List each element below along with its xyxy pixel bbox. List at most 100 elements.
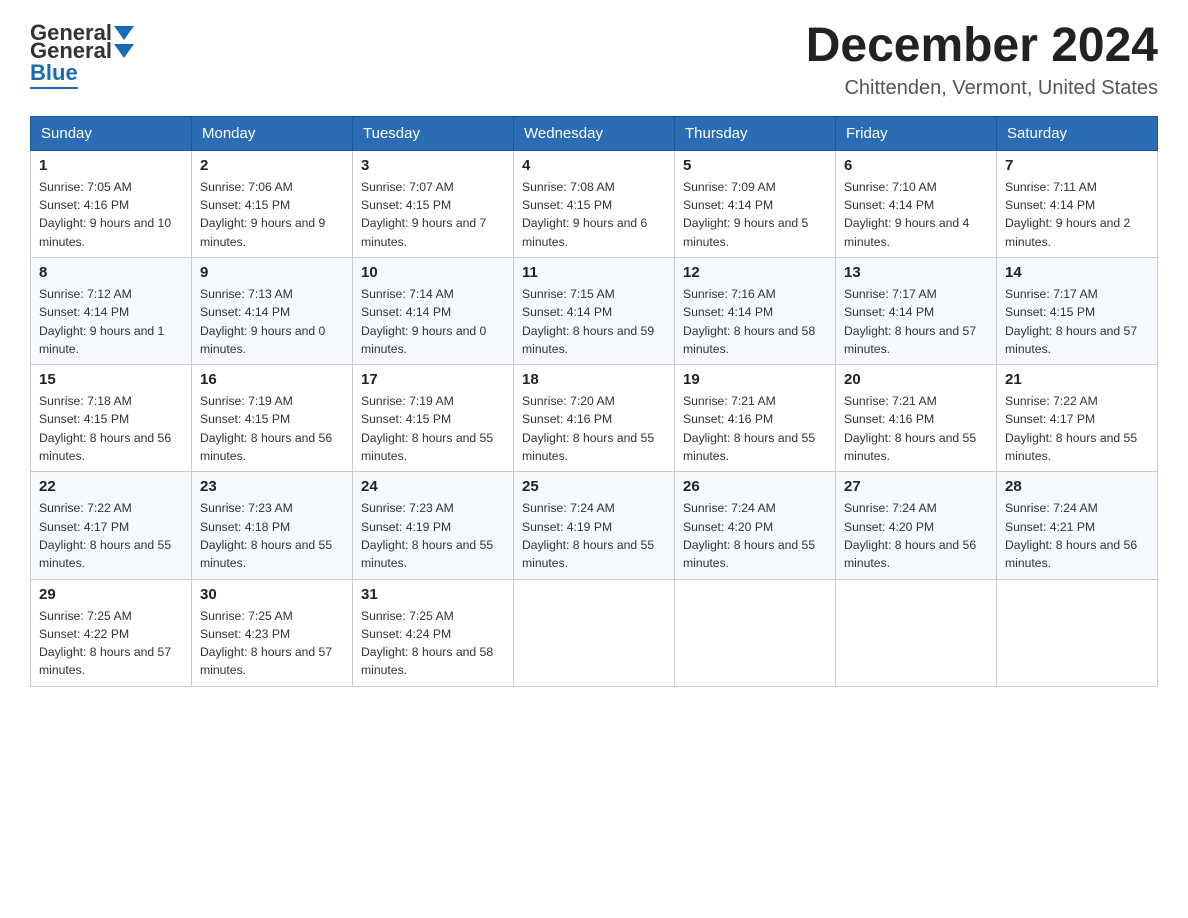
calendar-day-cell: 5 Sunrise: 7:09 AM Sunset: 4:14 PM Dayli… xyxy=(675,150,836,257)
calendar-day-cell: 19 Sunrise: 7:21 AM Sunset: 4:16 PM Dayl… xyxy=(675,365,836,472)
day-number: 21 xyxy=(1005,371,1149,388)
day-info: Sunrise: 7:24 AM Sunset: 4:20 PM Dayligh… xyxy=(844,499,988,572)
day-number: 10 xyxy=(361,264,505,281)
header-saturday: Saturday xyxy=(997,116,1158,150)
day-info: Sunrise: 7:13 AM Sunset: 4:14 PM Dayligh… xyxy=(200,285,344,358)
day-number: 19 xyxy=(683,371,827,388)
day-number: 27 xyxy=(844,478,988,495)
day-number: 26 xyxy=(683,478,827,495)
day-info: Sunrise: 7:18 AM Sunset: 4:15 PM Dayligh… xyxy=(39,392,183,465)
calendar-day-cell xyxy=(514,579,675,686)
calendar-day-cell xyxy=(836,579,997,686)
weekday-header-row: Sunday Monday Tuesday Wednesday Thursday… xyxy=(31,116,1158,150)
day-number: 3 xyxy=(361,157,505,174)
day-number: 6 xyxy=(844,157,988,174)
calendar-day-cell: 21 Sunrise: 7:22 AM Sunset: 4:17 PM Dayl… xyxy=(997,365,1158,472)
header-thursday: Thursday xyxy=(675,116,836,150)
day-number: 15 xyxy=(39,371,183,388)
day-info: Sunrise: 7:17 AM Sunset: 4:14 PM Dayligh… xyxy=(844,285,988,358)
day-info: Sunrise: 7:12 AM Sunset: 4:14 PM Dayligh… xyxy=(39,285,183,358)
header-tuesday: Tuesday xyxy=(353,116,514,150)
day-info: Sunrise: 7:06 AM Sunset: 4:15 PM Dayligh… xyxy=(200,178,344,251)
calendar-week-row: 29 Sunrise: 7:25 AM Sunset: 4:22 PM Dayl… xyxy=(31,579,1158,686)
day-number: 1 xyxy=(39,157,183,174)
day-info: Sunrise: 7:19 AM Sunset: 4:15 PM Dayligh… xyxy=(361,392,505,465)
day-info: Sunrise: 7:24 AM Sunset: 4:20 PM Dayligh… xyxy=(683,499,827,572)
day-info: Sunrise: 7:22 AM Sunset: 4:17 PM Dayligh… xyxy=(1005,392,1149,465)
day-number: 9 xyxy=(200,264,344,281)
day-info: Sunrise: 7:16 AM Sunset: 4:14 PM Dayligh… xyxy=(683,285,827,358)
calendar-day-cell: 30 Sunrise: 7:25 AM Sunset: 4:23 PM Dayl… xyxy=(192,579,353,686)
calendar-table: Sunday Monday Tuesday Wednesday Thursday… xyxy=(30,116,1158,687)
logo: General General Blue xyxy=(30,20,136,89)
calendar-week-row: 8 Sunrise: 7:12 AM Sunset: 4:14 PM Dayli… xyxy=(31,257,1158,364)
calendar-day-cell: 9 Sunrise: 7:13 AM Sunset: 4:14 PM Dayli… xyxy=(192,257,353,364)
day-number: 25 xyxy=(522,478,666,495)
calendar-day-cell: 17 Sunrise: 7:19 AM Sunset: 4:15 PM Dayl… xyxy=(353,365,514,472)
calendar-week-row: 15 Sunrise: 7:18 AM Sunset: 4:15 PM Dayl… xyxy=(31,365,1158,472)
day-number: 11 xyxy=(522,264,666,281)
day-number: 18 xyxy=(522,371,666,388)
day-info: Sunrise: 7:25 AM Sunset: 4:22 PM Dayligh… xyxy=(39,607,183,680)
calendar-day-cell: 11 Sunrise: 7:15 AM Sunset: 4:14 PM Dayl… xyxy=(514,257,675,364)
day-number: 16 xyxy=(200,371,344,388)
logo-blue-text: Blue xyxy=(30,60,78,89)
calendar-day-cell xyxy=(997,579,1158,686)
title-area: December 2024 Chittenden, Vermont, Unite… xyxy=(806,20,1158,100)
calendar-day-cell: 4 Sunrise: 7:08 AM Sunset: 4:15 PM Dayli… xyxy=(514,150,675,257)
calendar-day-cell: 7 Sunrise: 7:11 AM Sunset: 4:14 PM Dayli… xyxy=(997,150,1158,257)
day-number: 31 xyxy=(361,586,505,603)
header-wednesday: Wednesday xyxy=(514,116,675,150)
calendar-day-cell: 18 Sunrise: 7:20 AM Sunset: 4:16 PM Dayl… xyxy=(514,365,675,472)
day-info: Sunrise: 7:21 AM Sunset: 4:16 PM Dayligh… xyxy=(844,392,988,465)
day-info: Sunrise: 7:24 AM Sunset: 4:19 PM Dayligh… xyxy=(522,499,666,572)
day-info: Sunrise: 7:22 AM Sunset: 4:17 PM Dayligh… xyxy=(39,499,183,572)
day-number: 23 xyxy=(200,478,344,495)
day-info: Sunrise: 7:21 AM Sunset: 4:16 PM Dayligh… xyxy=(683,392,827,465)
day-number: 29 xyxy=(39,586,183,603)
calendar-day-cell: 13 Sunrise: 7:17 AM Sunset: 4:14 PM Dayl… xyxy=(836,257,997,364)
header-sunday: Sunday xyxy=(31,116,192,150)
calendar-day-cell: 3 Sunrise: 7:07 AM Sunset: 4:15 PM Dayli… xyxy=(353,150,514,257)
calendar-day-cell: 23 Sunrise: 7:23 AM Sunset: 4:18 PM Dayl… xyxy=(192,472,353,579)
day-info: Sunrise: 7:11 AM Sunset: 4:14 PM Dayligh… xyxy=(1005,178,1149,251)
calendar-day-cell: 22 Sunrise: 7:22 AM Sunset: 4:17 PM Dayl… xyxy=(31,472,192,579)
day-number: 24 xyxy=(361,478,505,495)
day-number: 20 xyxy=(844,371,988,388)
day-number: 30 xyxy=(200,586,344,603)
day-number: 17 xyxy=(361,371,505,388)
calendar-day-cell: 2 Sunrise: 7:06 AM Sunset: 4:15 PM Dayli… xyxy=(192,150,353,257)
header: General General Blue December 2024 Chitt… xyxy=(30,20,1158,100)
day-number: 8 xyxy=(39,264,183,281)
day-info: Sunrise: 7:24 AM Sunset: 4:21 PM Dayligh… xyxy=(1005,499,1149,572)
calendar-day-cell: 24 Sunrise: 7:23 AM Sunset: 4:19 PM Dayl… xyxy=(353,472,514,579)
day-info: Sunrise: 7:20 AM Sunset: 4:16 PM Dayligh… xyxy=(522,392,666,465)
calendar-day-cell: 10 Sunrise: 7:14 AM Sunset: 4:14 PM Dayl… xyxy=(353,257,514,364)
day-number: 13 xyxy=(844,264,988,281)
calendar-day-cell: 28 Sunrise: 7:24 AM Sunset: 4:21 PM Dayl… xyxy=(997,472,1158,579)
calendar-day-cell: 20 Sunrise: 7:21 AM Sunset: 4:16 PM Dayl… xyxy=(836,365,997,472)
day-number: 12 xyxy=(683,264,827,281)
day-number: 2 xyxy=(200,157,344,174)
day-info: Sunrise: 7:07 AM Sunset: 4:15 PM Dayligh… xyxy=(361,178,505,251)
day-info: Sunrise: 7:19 AM Sunset: 4:15 PM Dayligh… xyxy=(200,392,344,465)
day-info: Sunrise: 7:15 AM Sunset: 4:14 PM Dayligh… xyxy=(522,285,666,358)
location-subtitle: Chittenden, Vermont, United States xyxy=(806,77,1158,100)
calendar-day-cell: 31 Sunrise: 7:25 AM Sunset: 4:24 PM Dayl… xyxy=(353,579,514,686)
calendar-day-cell: 8 Sunrise: 7:12 AM Sunset: 4:14 PM Dayli… xyxy=(31,257,192,364)
logo-chevron-icon xyxy=(114,44,134,58)
day-info: Sunrise: 7:25 AM Sunset: 4:24 PM Dayligh… xyxy=(361,607,505,680)
calendar-day-cell xyxy=(675,579,836,686)
day-info: Sunrise: 7:23 AM Sunset: 4:19 PM Dayligh… xyxy=(361,499,505,572)
header-friday: Friday xyxy=(836,116,997,150)
calendar-week-row: 1 Sunrise: 7:05 AM Sunset: 4:16 PM Dayli… xyxy=(31,150,1158,257)
calendar-day-cell: 1 Sunrise: 7:05 AM Sunset: 4:16 PM Dayli… xyxy=(31,150,192,257)
day-info: Sunrise: 7:10 AM Sunset: 4:14 PM Dayligh… xyxy=(844,178,988,251)
calendar-day-cell: 16 Sunrise: 7:19 AM Sunset: 4:15 PM Dayl… xyxy=(192,365,353,472)
calendar-day-cell: 26 Sunrise: 7:24 AM Sunset: 4:20 PM Dayl… xyxy=(675,472,836,579)
calendar-day-cell: 25 Sunrise: 7:24 AM Sunset: 4:19 PM Dayl… xyxy=(514,472,675,579)
day-number: 5 xyxy=(683,157,827,174)
day-number: 14 xyxy=(1005,264,1149,281)
header-monday: Monday xyxy=(192,116,353,150)
day-info: Sunrise: 7:23 AM Sunset: 4:18 PM Dayligh… xyxy=(200,499,344,572)
